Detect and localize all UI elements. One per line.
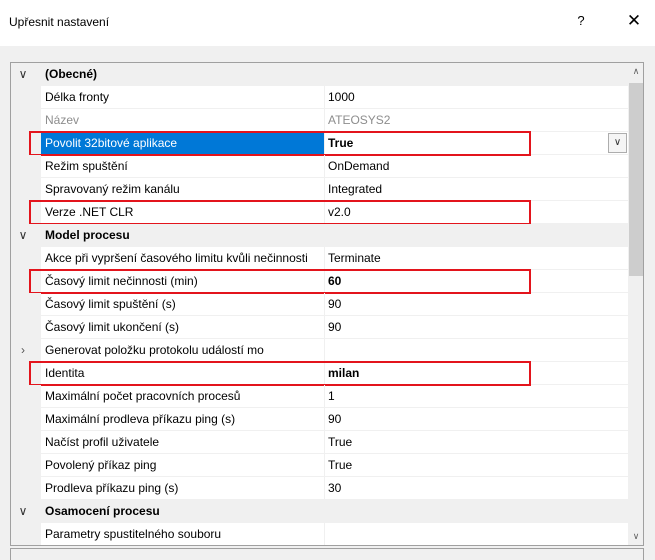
row-gutter: [11, 385, 41, 408]
property-row[interactable]: › Generovat položku protokolu událostí mo: [11, 339, 628, 362]
chevron-down-icon[interactable]: ∨: [11, 500, 35, 523]
property-row[interactable]: Verze .NET CLR v2.0: [11, 201, 628, 224]
row-gutter: [11, 109, 41, 132]
category-label: Osamocení procesu: [45, 504, 160, 518]
property-row[interactable]: Časový limit nečinnosti (min) 60: [11, 270, 628, 293]
property-name: Časový limit ukončení (s): [41, 316, 325, 339]
property-row[interactable]: Povolený příkaz ping True: [11, 454, 628, 477]
property-row[interactable]: Délka fronty 1000: [11, 86, 628, 109]
help-button[interactable]: ?: [570, 8, 592, 34]
vertical-scrollbar[interactable]: ∧ ∨: [628, 63, 643, 545]
property-value[interactable]: 1000: [326, 86, 628, 109]
row-gutter: [11, 408, 41, 431]
row-gutter: [11, 431, 41, 454]
property-value[interactable]: milan: [326, 362, 628, 385]
row-gutter: [11, 362, 41, 385]
property-value[interactable]: [326, 523, 628, 545]
property-row[interactable]: Načíst profil uživatele True: [11, 431, 628, 454]
chevron-down-icon[interactable]: ∨: [11, 63, 35, 86]
property-name: Maximální počet pracovních procesů: [41, 385, 325, 408]
property-row[interactable]: Spravovaný režim kanálu Integrated: [11, 178, 628, 201]
property-value[interactable]: 90: [326, 316, 628, 339]
property-value[interactable]: 1: [326, 385, 628, 408]
property-row[interactable]: Identita milan: [11, 362, 628, 385]
property-row[interactable]: Název ATEOSYS2: [11, 109, 628, 132]
category-row[interactable]: ∨ Osamocení procesu: [11, 500, 628, 523]
property-name: Identita: [41, 362, 325, 385]
property-row[interactable]: Časový limit ukončení (s) 90: [11, 316, 628, 339]
property-name: Verze .NET CLR: [41, 201, 325, 224]
property-value[interactable]: Terminate: [326, 247, 628, 270]
property-name: Parametry spustitelného souboru: [41, 523, 325, 545]
property-name: Prodleva příkazu ping (s): [41, 477, 325, 500]
property-row[interactable]: Povolit 32bitové aplikace True ∨: [11, 132, 628, 155]
property-name: Název: [41, 109, 325, 132]
category-label: (Obecné): [45, 67, 98, 81]
chevron-right-icon[interactable]: ›: [11, 339, 35, 362]
property-row[interactable]: Maximální počet pracovních procesů 1: [11, 385, 628, 408]
window-title: Upřesnit nastavení: [9, 15, 110, 29]
scroll-up-arrow-icon[interactable]: ∧: [628, 63, 643, 80]
category-row[interactable]: ∨ (Obecné): [11, 63, 628, 86]
row-gutter: [11, 155, 41, 178]
property-name: Povolený příkaz ping: [41, 454, 325, 477]
property-value[interactable]: True: [326, 431, 628, 454]
property-name: Načíst profil uživatele: [41, 431, 325, 454]
property-row[interactable]: Časový limit spuštění (s) 90: [11, 293, 628, 316]
property-name: Maximální prodleva příkazu ping (s): [41, 408, 325, 431]
property-value[interactable]: 30: [326, 477, 628, 500]
value-dropdown-button[interactable]: ∨: [608, 133, 627, 153]
property-value[interactable]: ATEOSYS2: [326, 109, 628, 132]
property-grid-rows: ∨ (Obecné) Délka fronty 1000 Název ATEOSYS2 Po…: [11, 63, 628, 545]
property-value[interactable]: 60: [326, 270, 628, 293]
property-value[interactable]: Integrated: [326, 178, 628, 201]
property-name: Režim spuštění: [41, 155, 325, 178]
row-gutter: [11, 178, 41, 201]
property-row[interactable]: Parametry spustitelného souboru: [11, 523, 628, 545]
scrollbar-thumb[interactable]: [629, 83, 643, 276]
property-value[interactable]: 90: [326, 408, 628, 431]
description-pane: [10, 548, 644, 560]
row-gutter: [11, 132, 41, 155]
property-value[interactable]: True: [326, 132, 628, 155]
property-value[interactable]: 90: [326, 293, 628, 316]
row-gutter: [11, 201, 41, 224]
property-name: Spravovaný režim kanálu: [41, 178, 325, 201]
scroll-down-arrow-icon[interactable]: ∨: [628, 528, 643, 545]
row-gutter: [11, 316, 41, 339]
chevron-down-icon[interactable]: ∨: [11, 224, 35, 247]
row-gutter: [11, 293, 41, 316]
property-name: Délka fronty: [41, 86, 325, 109]
property-name: Časový limit spuštění (s): [41, 293, 325, 316]
property-row[interactable]: Maximální prodleva příkazu ping (s) 90: [11, 408, 628, 431]
property-name: Časový limit nečinnosti (min): [41, 270, 325, 293]
row-gutter: [11, 454, 41, 477]
property-value[interactable]: OnDemand: [326, 155, 628, 178]
row-gutter: [11, 270, 41, 293]
row-gutter: [11, 247, 41, 270]
property-row[interactable]: Prodleva příkazu ping (s) 30: [11, 477, 628, 500]
property-row[interactable]: Režim spuštění OnDemand: [11, 155, 628, 178]
property-value[interactable]: v2.0: [326, 201, 628, 224]
property-value[interactable]: True: [326, 454, 628, 477]
property-name: Generovat položku protokolu událostí mo: [41, 339, 325, 362]
title-bar: Upřesnit nastavení ? ✕: [0, 0, 655, 46]
row-gutter: [11, 477, 41, 500]
row-gutter: [11, 523, 41, 545]
property-name: Povolit 32bitové aplikace: [41, 132, 325, 155]
property-row[interactable]: Akce při vypršení časového limitu kvůli …: [11, 247, 628, 270]
close-button[interactable]: ✕: [622, 8, 646, 34]
property-grid: ∨ (Obecné) Délka fronty 1000 Název ATEOSYS2 Po…: [10, 62, 644, 546]
category-label: Model procesu: [45, 228, 130, 242]
category-row[interactable]: ∨ Model procesu: [11, 224, 628, 247]
row-gutter: [11, 86, 41, 109]
property-name: Akce při vypršení časového limitu kvůli …: [41, 247, 325, 270]
property-value[interactable]: [326, 339, 628, 362]
